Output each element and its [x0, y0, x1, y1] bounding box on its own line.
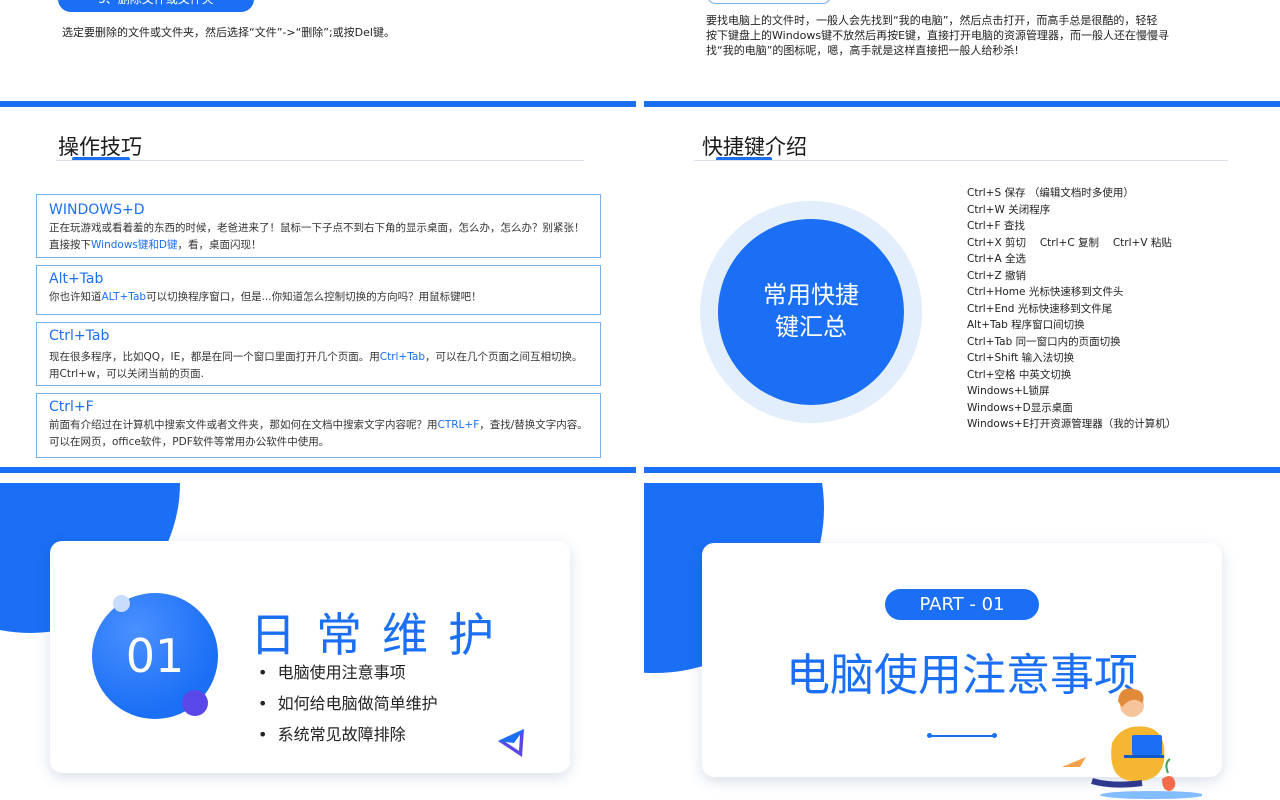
slide-shortcut-intro[interactable]: 快捷键介绍 常用快捷 键汇总 Ctrl+S 保存 （编辑文档时多使用） Ctrl… [644, 107, 1280, 467]
tip-body: 正在玩游戏或看着羞的东西的时候，老爸进来了！鼠标一下子点不到右下角的显示桌面，怎… [49, 220, 590, 254]
tip-text: 你也许知道 [49, 291, 102, 303]
tip-body: 前面有介绍过在计算机中搜索文件或者文件夹，那如何在文档中搜索文字内容呢？用CTR… [49, 417, 590, 451]
tip-title: Ctrl+F [49, 399, 94, 415]
tip-title: Ctrl+Tab [49, 328, 110, 344]
bullet-text: 如何给电脑做简单维护 [277, 694, 438, 713]
title-divider [56, 160, 584, 161]
circle-text: 键汇总 [775, 313, 847, 341]
shortcut-item: Windows+D显示桌面 [967, 401, 1073, 414]
tip-text: ，可以在几个页面之间互相切换。 [425, 351, 583, 363]
shortcut-item: Ctrl+Shift 输入法切换 [967, 352, 1075, 364]
tip-text: 现在很多程序，比如QQ，IE，都是在同一个窗口里面打开几个页面。用 [49, 351, 380, 363]
shortcut-item: Ctrl+Z 撤销 [967, 269, 1027, 282]
tip-line: 可以在网页，office软件，PDF软件等常用办公软件中使用。 [49, 436, 330, 448]
shortcut-item: Alt+Tab 程序窗口间切换 [967, 319, 1085, 331]
person-laptop-illustration [1062, 688, 1202, 799]
tip-line: 现在很多程序，比如QQ，IE，都是在同一个窗口里面打开几个页面。用Ctrl+Ta… [49, 349, 590, 366]
shortcut-item: Ctrl+Home 光标快速移到文件头 [967, 286, 1124, 298]
slide-bottom-bar [0, 467, 636, 473]
tip-title: WINDOWS+D [49, 202, 145, 218]
tip-highlight: Windows键和D键 [91, 239, 178, 251]
tip-line: 你也许知道ALT+Tab可以切换程序窗口，但是...你知道怎么控制切换的方向吗？… [49, 289, 590, 306]
tip-body: 现在很多程序，比如QQ，IE，都是在同一个窗口里面打开几个页面。用Ctrl+Ta… [49, 349, 590, 383]
tip-text: ，查找/替换文字内容。 [479, 419, 588, 431]
tip-card-ctrl-f: Ctrl+F 前面有介绍过在计算机中搜索文件或者文件夹，那如何在文档中搜索文字内… [36, 393, 601, 458]
bullet-item: • 系统常见故障排除 [258, 725, 406, 744]
step-badge: 5、删除文件或文件夹 [58, 0, 254, 12]
tip-text: 前面有介绍过在计算机中搜索文件或者文件夹，那如何在文档中搜索文字内容呢？用 [49, 419, 438, 431]
tip-body: 你也许知道ALT+Tab可以切换程序窗口，但是...你知道怎么控制切换的方向吗？… [49, 289, 590, 306]
bullet-item: • 电脑使用注意事项 [258, 663, 406, 682]
shortcut-list: Ctrl+S 保存 （编辑文档时多使用） Ctrl+W 关闭程序 Ctrl+F … [967, 185, 1176, 433]
shortcut-item: Windows+L锁屏 [967, 385, 1050, 397]
decor-dot-light [113, 595, 130, 612]
chapter-card: 01 日常维护 • 电脑使用注意事项 • 如何给电脑做简单维护 • 系统常见故障… [50, 541, 570, 773]
chapter-title: 日常维护 [250, 608, 514, 662]
shortcut-item: Ctrl+W 关闭程序 [967, 203, 1051, 216]
divider-dot [992, 733, 997, 738]
bullet-item: • 如何给电脑做简单维护 [258, 694, 438, 713]
badge-outline [706, 0, 832, 4]
divider-dot [927, 733, 932, 738]
slide-bottom-bar [644, 467, 1280, 473]
slide-part-cover[interactable]: PART - 01 电脑使用注意事项 [644, 483, 1280, 800]
shortcut-item: Ctrl+End 光标快速移到文件尾 [967, 302, 1113, 315]
tip-line: 用Ctrl+w，可以关闭当前的页面. [49, 368, 204, 380]
step-text: 选定要删除的文件或文件夹，然后选择“文件”->“删除”;或按Del键。 [62, 26, 395, 39]
tip-line: 要找电脑上的文件时，一般人会先找到“我的电脑”，然后点击打开，而高手总是很酷的，… [706, 14, 1158, 27]
tip-line: 正在玩游戏或看着羞的东西的时候，老爸进来了！鼠标一下子点不到右下角的显示桌面，怎… [49, 222, 585, 234]
shortcut-item: Windows+E打开资源管理器（我的计算机） [967, 418, 1177, 430]
tip-card-windows-d: WINDOWS+D 正在玩游戏或看着羞的东西的时候，老爸进来了！鼠标一下子点不到… [36, 194, 601, 258]
part-badge: PART - 01 [885, 589, 1039, 620]
tip-text: ，看，桌面闪现！ [177, 239, 262, 251]
tip-line: 按下键盘上的Windows键不放然后再按E键，直接打开电脑的资源管理器，而一般人… [706, 29, 1170, 42]
summary-circle: 常用快捷 键汇总 [718, 219, 904, 405]
tip-highlight: Ctrl+Tab [379, 351, 426, 363]
shortcut-item: Ctrl+空格 中英文切换 [967, 368, 1072, 381]
slide-operation-tips[interactable]: 操作技巧 WINDOWS+D 正在玩游戏或看着羞的东西的时候，老爸进来了！鼠标一… [0, 107, 636, 467]
tip-card-ctrl-tab: Ctrl+Tab 现在很多程序，比如QQ，IE，都是在同一个窗口里面打开几个页面… [36, 322, 601, 386]
tip-line: 找“我的电脑”的图标呢，嗯，高手就是这样直接把一般人给秒杀! [706, 44, 1019, 57]
slide-delete-step[interactable]: 5、删除文件或文件夹 选定要删除的文件或文件夹，然后选择“文件”->“删除”;或… [0, 0, 636, 100]
tip-card-alt-tab: Alt+Tab 你也许知道ALT+Tab可以切换程序窗口，但是...你知道怎么控… [36, 265, 601, 315]
tip-highlight: CTRL+F [437, 419, 480, 431]
slide-tip-text[interactable]: 要找电脑上的文件时，一般人会先找到“我的电脑”，然后点击打开，而高手总是很酷的，… [644, 0, 1280, 100]
circle-text: 常用快捷 [763, 281, 859, 309]
tip-title: Alt+Tab [49, 271, 104, 287]
title-divider [930, 735, 994, 737]
decor-dot-purple [182, 690, 208, 716]
tip-text: 直接按下 [49, 239, 91, 251]
tip-line: 前面有介绍过在计算机中搜索文件或者文件夹，那如何在文档中搜索文字内容呢？用CTR… [49, 417, 590, 434]
shortcut-item: Ctrl+X 剪切 Ctrl+C 复制 Ctrl+V 粘贴 [967, 236, 1172, 249]
tip-line: 直接按下Windows键和D键，看，桌面闪现！ [49, 237, 590, 254]
shortcut-item: Ctrl+Tab 同一窗口内的页面切换 [967, 335, 1121, 348]
slide-daily-maintenance[interactable]: 01 日常维护 • 电脑使用注意事项 • 如何给电脑做简单维护 • 系统常见故障… [0, 483, 636, 800]
bullet-text: 系统常见故障排除 [277, 725, 406, 744]
bullet-text: 电脑使用注意事项 [277, 663, 406, 682]
shortcut-item: Ctrl+A 全选 [967, 253, 1027, 265]
shortcut-item: Ctrl+S 保存 （编辑文档时多使用） [967, 187, 1134, 199]
tip-highlight: ALT+Tab [101, 291, 147, 303]
chapter-bullets: • 电脑使用注意事项 • 如何给电脑做简单维护 • 系统常见故障排除 [258, 657, 438, 750]
title-divider [694, 160, 1228, 161]
tip-paragraph: 要找电脑上的文件时，一般人会先找到“我的电脑”，然后点击打开，而高手总是很酷的，… [706, 13, 1266, 58]
shortcut-item: Ctrl+F 查找 [967, 220, 1025, 232]
triangle-icon [498, 729, 524, 757]
tip-text: 可以切换程序窗口，但是...你知道怎么控制切换的方向吗？用鼠标键吧！ [146, 291, 482, 303]
